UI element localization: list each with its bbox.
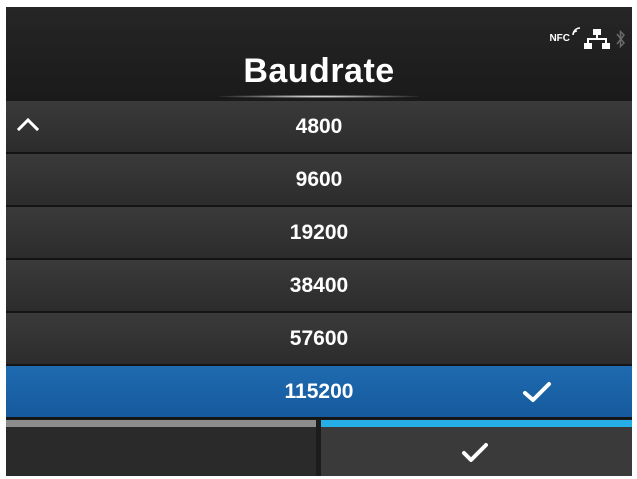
nfc-label: NFC	[549, 33, 570, 44]
nfc-icon: NFC	[549, 27, 581, 46]
page-title: Baudrate	[243, 52, 395, 90]
list-item-9600[interactable]: 9600	[6, 154, 632, 207]
list-item-label: 19200	[289, 221, 349, 244]
status-bar: NFC	[549, 25, 626, 53]
cancel-button[interactable]	[6, 420, 316, 476]
list-item-57600[interactable]: 57600	[6, 313, 632, 366]
bottom-bar	[6, 420, 632, 476]
title-underline	[219, 95, 419, 98]
baudrate-list: 4800 9600 19200 38400 57600 115200	[6, 101, 632, 419]
list-item-19200[interactable]: 19200	[6, 207, 632, 260]
header: NFC Baudrate	[6, 7, 632, 101]
selected-checkmark-icon	[523, 382, 551, 402]
network-icon	[584, 28, 610, 50]
list-item-label: 57600	[289, 327, 349, 350]
checkmark-icon	[462, 443, 488, 462]
bluetooth-icon	[616, 29, 626, 49]
list-item-label: 38400	[289, 274, 349, 297]
chevron-up-icon[interactable]	[17, 116, 39, 132]
list-item-38400[interactable]: 38400	[6, 260, 632, 313]
list-item-label: 9600	[295, 168, 343, 191]
list-item-115200[interactable]: 115200	[6, 366, 632, 419]
list-item-4800[interactable]: 4800	[6, 101, 632, 154]
printer-screen: NFC Baudrate 4800 9600 19200 38400 57600…	[6, 7, 632, 476]
list-item-label: 4800	[295, 115, 343, 138]
confirm-button[interactable]	[321, 420, 632, 476]
